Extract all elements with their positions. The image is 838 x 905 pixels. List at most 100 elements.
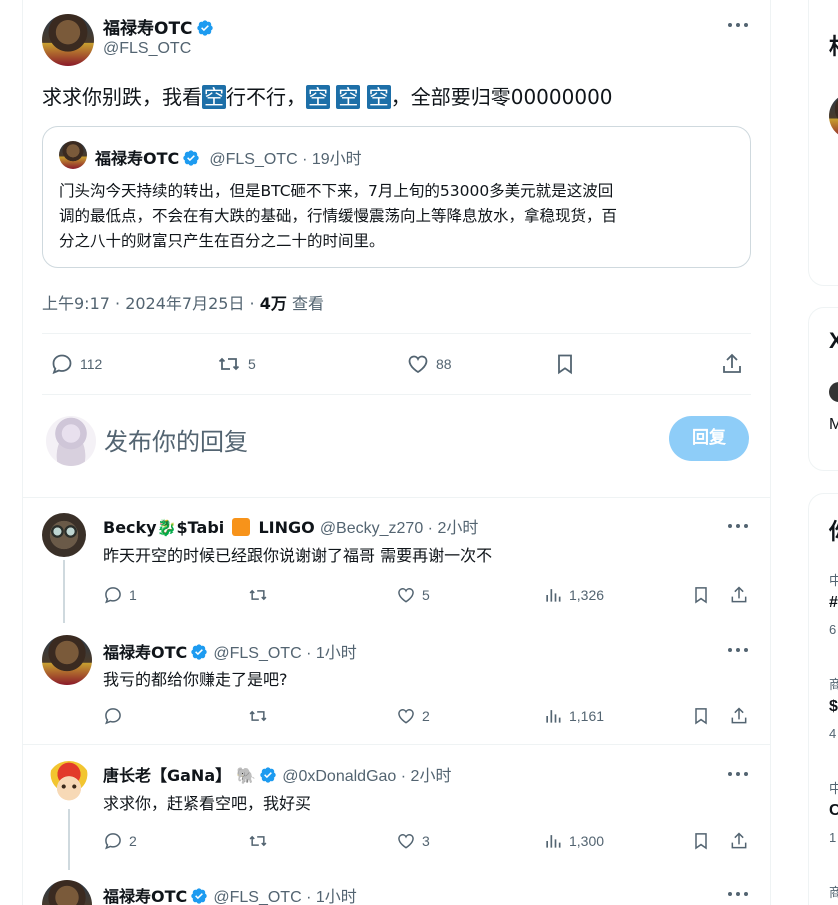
trend-category[interactable]: 商 — [829, 882, 838, 901]
tweet-timestamp[interactable]: 上午9:17 · 2024年7月25日 · 4万 查看 — [42, 290, 324, 314]
verified-badge-icon — [191, 644, 207, 660]
views-label: 查看 — [286, 294, 324, 313]
like-button[interactable]: 88 — [406, 352, 452, 376]
quoted-tweet-line: 分之八十的财富只产生在百分之二十的时间里。 — [59, 232, 385, 250]
reply-button[interactable]: 112 — [50, 352, 102, 376]
share-button[interactable] — [729, 585, 749, 605]
verified-badge-icon — [191, 888, 207, 904]
reply-tweet[interactable]: Becky🐉$Tabi LINGO @Becky_z270 · 2小时 昨天开空… — [23, 498, 770, 623]
reply-meta: @FLS_OTC · 1小时 — [213, 889, 357, 905]
like-button[interactable]: 3 — [396, 831, 430, 851]
author-name-text[interactable]: 福禄寿OTC — [103, 19, 193, 39]
reply-button[interactable]: 2 — [103, 831, 137, 851]
trend-category[interactable]: 中 — [829, 570, 838, 589]
trend-name[interactable]: $ — [829, 698, 838, 716]
bookmark-button[interactable] — [691, 585, 711, 605]
share-button[interactable] — [729, 831, 749, 851]
sidebar-card-trends: 你 中 # 6 商 $ 4 中 C 1 商 — [808, 493, 838, 905]
share-button[interactable] — [729, 706, 749, 726]
reply-header: 福禄寿OTC @FLS_OTC · 1小时 — [103, 639, 357, 663]
bookmark-icon — [695, 833, 707, 850]
reply-author-name[interactable]: 福禄寿OTC — [103, 643, 187, 662]
views-button[interactable]: 1,300 — [543, 831, 604, 851]
bookmark-button[interactable] — [691, 706, 711, 726]
tweet-text: 求求你别跌，我看空行不行，空 空 空，全部要归零00000000 — [42, 83, 613, 111]
bookmark-icon — [558, 354, 572, 375]
views-button[interactable]: 1,161 — [543, 706, 604, 726]
share-button[interactable] — [720, 352, 744, 376]
quoted-tweet-line: 门头沟今天持续的转出，但是BTC砸不下来，7月上旬的53000多美元就是这波回 — [59, 182, 614, 200]
author-handle[interactable]: @FLS_OTC — [103, 40, 191, 58]
reply-author-avatar[interactable] — [47, 761, 91, 805]
retweet-button[interactable] — [248, 831, 274, 851]
trend-category[interactable]: 中 — [829, 778, 838, 797]
divider — [42, 394, 751, 395]
bookmark-icon — [695, 708, 707, 725]
verified-badge-icon — [196, 20, 213, 36]
retweet-button[interactable]: 5 — [216, 352, 256, 376]
trend-category[interactable]: 商 — [829, 674, 838, 693]
bookmark-button[interactable] — [691, 831, 711, 851]
reply-count: 112 — [80, 356, 103, 372]
quoted-author-name: 福禄寿OTC — [95, 149, 180, 168]
views-button[interactable]: 1,326 — [543, 585, 604, 605]
quoted-tweet-line: 调的最低点，不会在有大跌的基础，行情缓慢震荡向上等降息放水，拿稳现货，百 — [59, 207, 618, 225]
sidebar-user-avatar[interactable] — [829, 382, 838, 402]
more-options-icon[interactable] — [728, 23, 748, 29]
thread-line — [68, 809, 70, 870]
timestamp-text[interactable]: 上午9:17 · 2024年7月25日 · — [42, 294, 260, 313]
reply-tweet[interactable]: 福禄寿OTC @FLS_OTC · 1小时 我亏的都给你赚走了是吧? 2 1,1… — [23, 623, 770, 744]
more-options-icon[interactable] — [728, 892, 748, 898]
reply-count: 1 — [129, 587, 137, 603]
more-options-icon[interactable] — [728, 524, 748, 530]
retweet-button[interactable] — [248, 706, 274, 726]
reply-tweet[interactable]: 福禄寿OTC @FLS_OTC · 1小时 — [23, 870, 770, 905]
quoted-tweet-card[interactable]: 福禄寿OTC @FLS_OTC · 19小时 门头沟今天持续的转出，但是BTC砸… — [42, 126, 751, 268]
reply-author-avatar[interactable] — [42, 635, 92, 685]
reply-button[interactable] — [103, 706, 129, 726]
share-icon — [731, 707, 747, 724]
trend-name[interactable]: C — [829, 802, 838, 820]
heart-icon — [408, 355, 428, 374]
reply-meta: @FLS_OTC · 1小时 — [213, 645, 357, 662]
author-name[interactable]: 福禄寿OTC — [103, 14, 214, 39]
reply-composer-input[interactable]: 发布你的回复 — [104, 422, 248, 457]
reply-button[interactable]: 1 — [103, 585, 137, 605]
tweet-text-segment: 求求你别跌，我看 — [42, 85, 202, 109]
cashtag-highlight: 空 — [202, 85, 226, 109]
reply-text: 昨天开空的时候已经跟你说谢谢了福哥 需要再谢一次不 — [103, 546, 493, 565]
sidebar-card-title: 你 — [829, 514, 838, 546]
sidebar-user-avatar[interactable] — [829, 93, 838, 139]
share-icon — [731, 586, 747, 603]
reply-author-name[interactable]: 唐长老【GaNa】 — [103, 766, 231, 785]
reply-author-name[interactable]: LINGO — [258, 518, 314, 537]
reply-header: 唐长老【GaNa】 🐘 @0xDonaldGao · 2小时 — [103, 762, 451, 786]
reply-author-name[interactable]: 福禄寿OTC — [103, 887, 187, 905]
like-count: 88 — [436, 356, 452, 372]
retweet-icon — [218, 357, 240, 371]
like-button[interactable]: 2 — [396, 706, 430, 726]
reply-header: 福禄寿OTC @FLS_OTC · 1小时 — [103, 883, 357, 905]
more-options-icon[interactable] — [728, 772, 748, 778]
reply-author-name[interactable]: Becky — [103, 518, 157, 537]
quoted-author-avatar — [59, 141, 87, 169]
retweet-button[interactable] — [248, 585, 274, 605]
reply-author-name[interactable]: $Tabi — [177, 518, 225, 537]
reply-icon — [105, 587, 121, 604]
retweet-icon — [249, 589, 267, 601]
reply-text: 求求你，赶紧看空吧，我好买 — [103, 794, 312, 813]
current-user-avatar[interactable] — [46, 416, 96, 466]
reply-author-avatar[interactable] — [42, 880, 92, 905]
heart-icon — [398, 709, 414, 724]
more-options-icon[interactable] — [728, 648, 748, 654]
trend-name[interactable]: # — [829, 594, 838, 612]
reply-submit-button[interactable]: 回复 — [669, 416, 749, 461]
quoted-tweet-meta: @FLS_OTC · 19小时 — [209, 151, 362, 168]
dragon-emoji-icon: 🐉 — [156, 518, 177, 537]
like-button[interactable]: 5 — [396, 585, 430, 605]
reply-author-avatar[interactable] — [42, 513, 86, 557]
author-avatar[interactable] — [42, 14, 94, 66]
retweet-icon — [249, 710, 267, 722]
reply-tweet[interactable]: 唐长老【GaNa】 🐘 @0xDonaldGao · 2小时 求求你，赶紧看空吧… — [23, 745, 770, 870]
bookmark-button[interactable] — [553, 352, 577, 376]
